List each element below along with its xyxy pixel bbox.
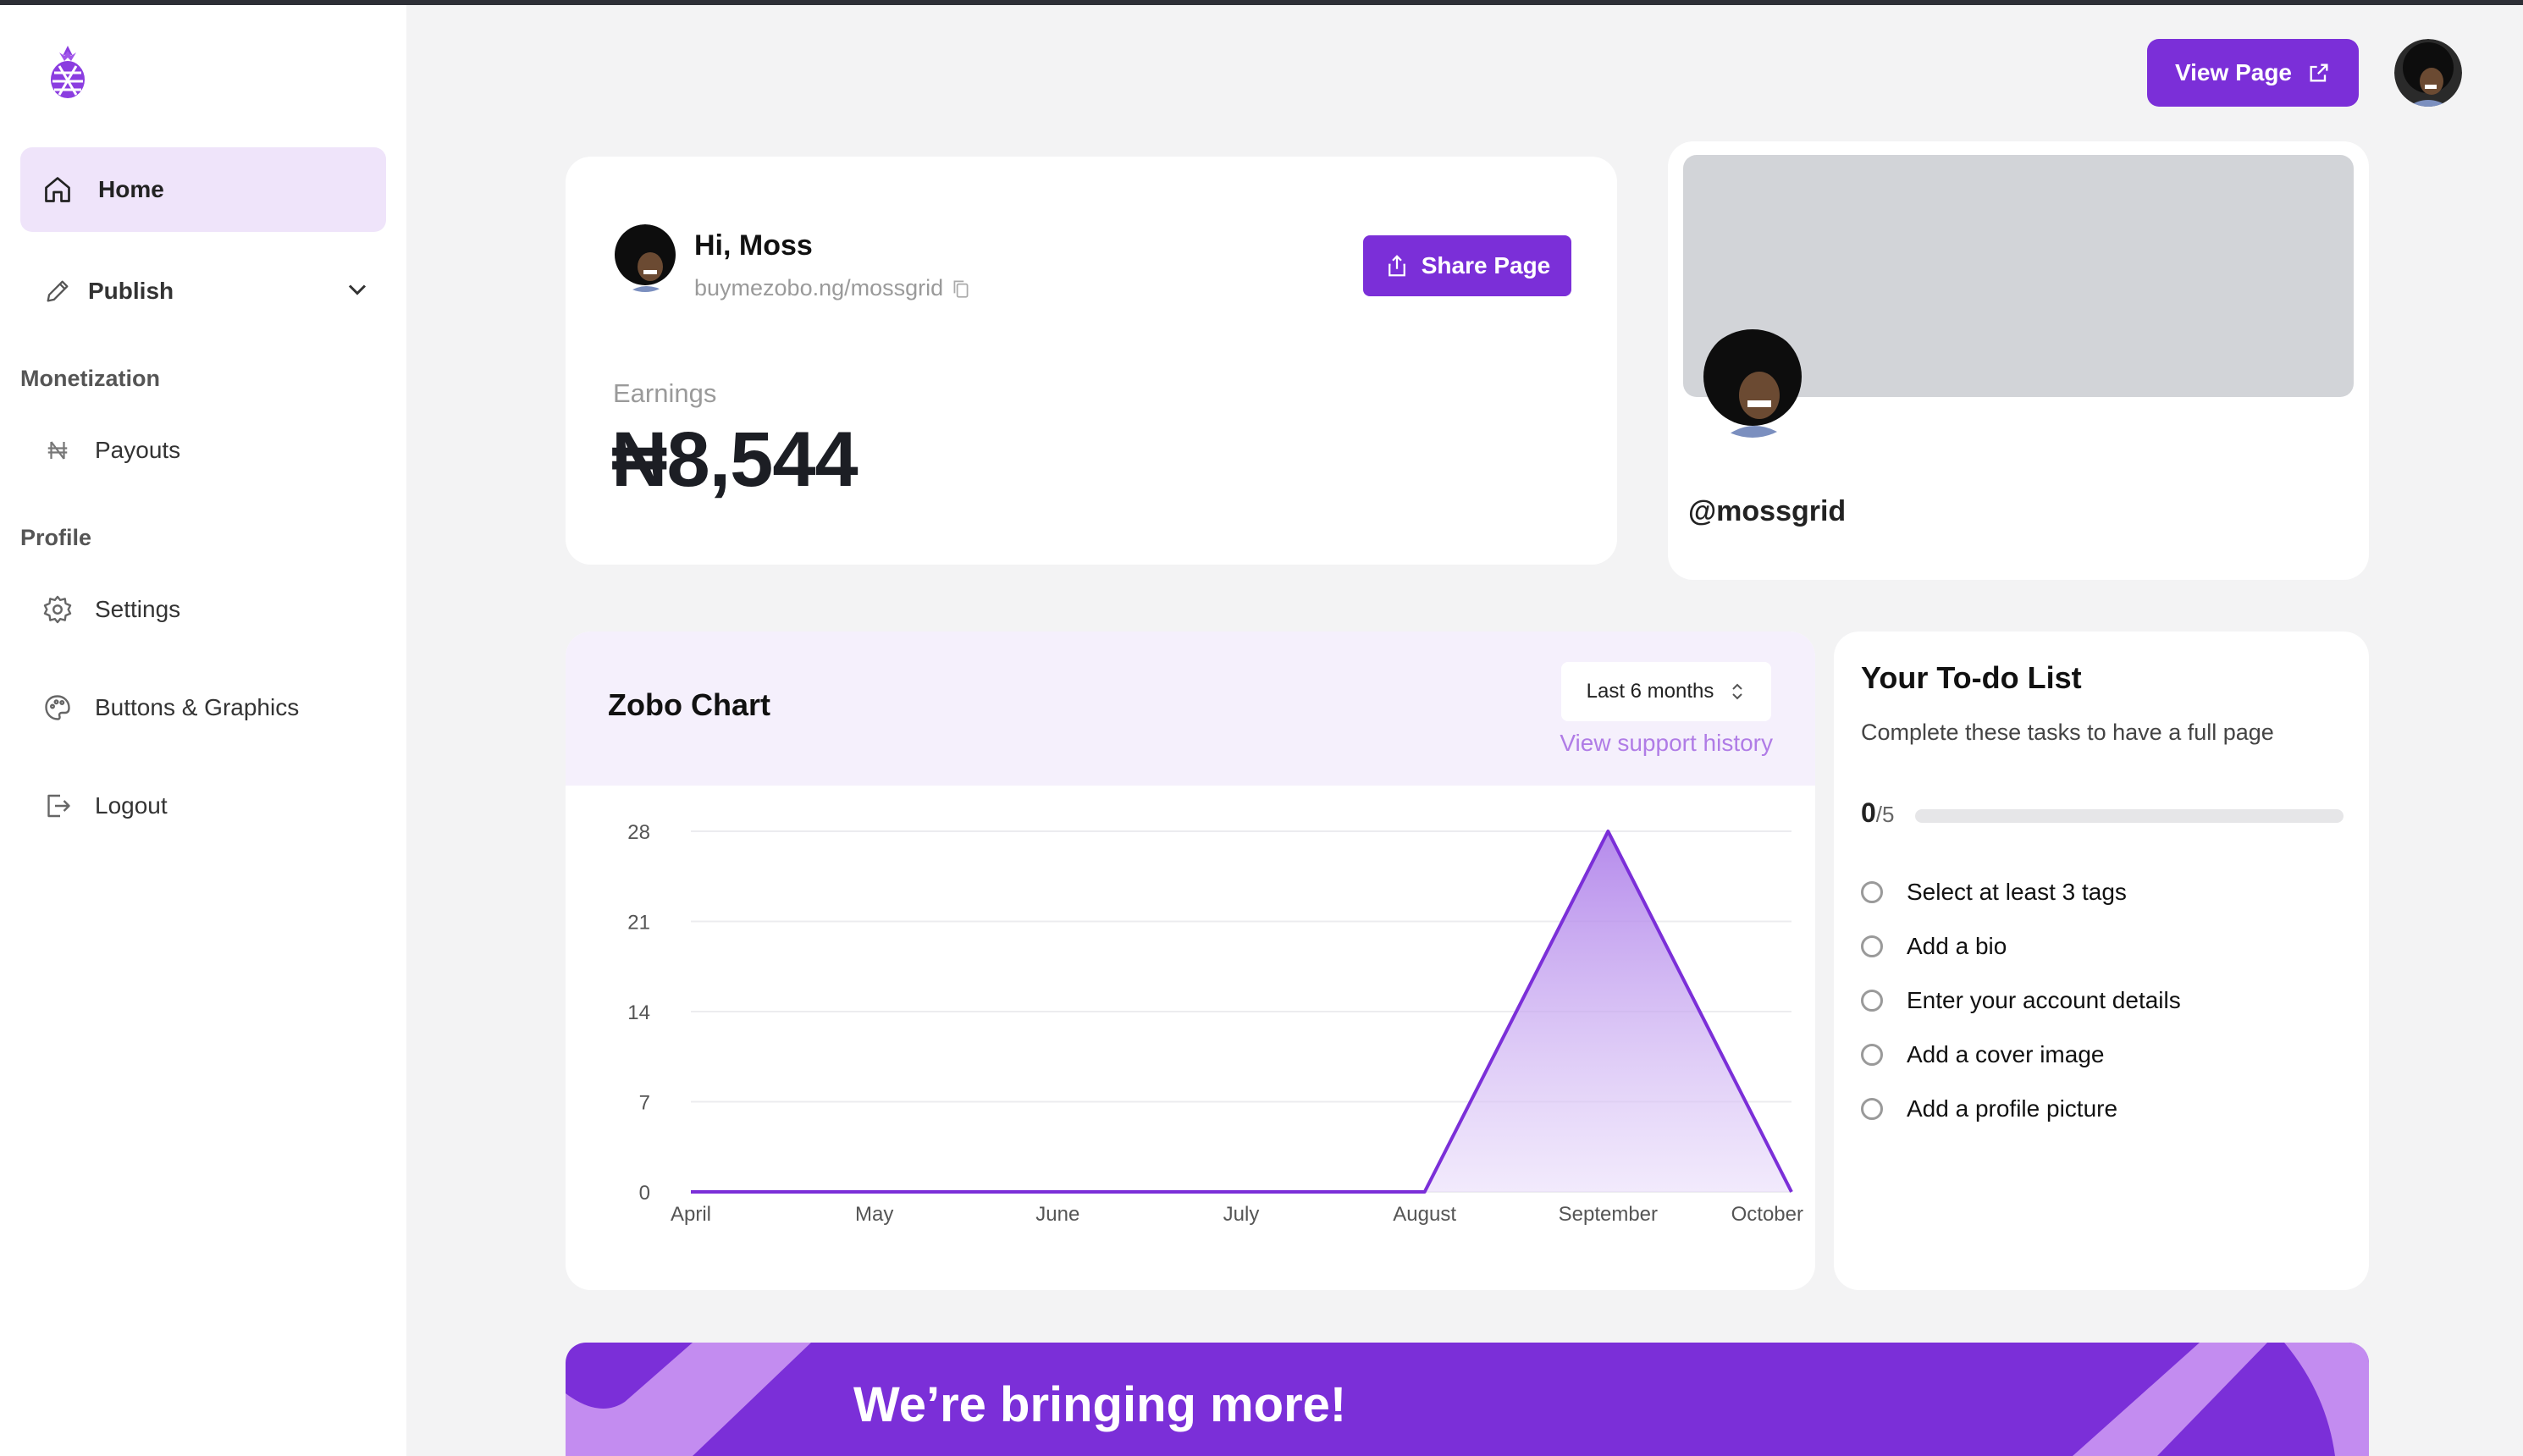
checkbox-circle-icon[interactable] xyxy=(1861,1044,1883,1066)
checkbox-circle-icon[interactable] xyxy=(1861,990,1883,1012)
progress-count: 0/5 xyxy=(1861,797,1894,829)
gear-icon xyxy=(41,593,75,626)
y-tick-label: 0 xyxy=(639,1182,650,1205)
sidebar-item-settings[interactable]: Settings xyxy=(41,591,180,628)
todo-item-label: Select at least 3 tags xyxy=(1907,879,2127,905)
checkbox-circle-icon[interactable] xyxy=(1861,881,1883,903)
todo-title: Your To-do List xyxy=(1861,660,2082,695)
todo-item[interactable]: Add a cover image xyxy=(1861,1028,2181,1082)
checkbox-circle-icon[interactable] xyxy=(1861,935,1883,957)
sidebar-item-logout[interactable]: Logout xyxy=(41,787,168,825)
sidebar-item-label: Logout xyxy=(95,792,168,819)
x-tick-label: April xyxy=(671,1203,711,1226)
profile-card: @mossgrid xyxy=(1668,141,2369,580)
chart-title: Zobo Chart xyxy=(608,687,770,722)
view-page-button[interactable]: View Page xyxy=(2147,39,2359,107)
sidebar-item-home[interactable]: Home xyxy=(20,147,386,232)
sidebar-item-label: Payouts xyxy=(95,437,181,463)
banner-headline: We’re bringing more! xyxy=(853,1377,1347,1432)
section-title-monetization: Monetization xyxy=(20,366,160,391)
sidebar-item-publish[interactable]: Publish xyxy=(41,273,373,310)
y-tick-label: 7 xyxy=(639,1092,650,1115)
share-page-button[interactable]: Share Page xyxy=(1363,235,1571,296)
promo-banner: We’re bringing more! xyxy=(566,1343,2369,1456)
progress-done: 0 xyxy=(1861,797,1876,828)
todo-item[interactable]: Select at least 3 tags xyxy=(1861,865,2181,919)
palette-icon xyxy=(41,691,75,725)
checkbox-circle-icon[interactable] xyxy=(1861,1098,1883,1120)
progress-bar xyxy=(1915,809,2344,823)
chevron-up-down-icon xyxy=(1732,683,1743,700)
todo-item-label: Add a bio xyxy=(1907,933,2007,959)
share-page-label: Share Page xyxy=(1421,252,1551,279)
earnings-value: ₦8,544 xyxy=(611,416,858,503)
home-icon xyxy=(41,173,75,207)
sidebar-item-label: Publish xyxy=(88,278,174,304)
chevron-down-icon[interactable] xyxy=(342,274,373,309)
sidebar: Home Publish Monetization Payouts Profil… xyxy=(0,5,406,1456)
page-url: buymezobo.ng/mossgrid xyxy=(694,275,972,301)
todo-card: Your To-do List Complete these tasks to … xyxy=(1834,631,2369,1290)
external-link-icon xyxy=(2310,63,2328,82)
area-chart: 0 7 14 21 28 April May June July August September O… xyxy=(627,821,1803,1226)
x-tick-label: August xyxy=(1393,1203,1456,1226)
todo-item-label: Add a profile picture xyxy=(1907,1095,2118,1122)
progress-total: /5 xyxy=(1875,802,1895,827)
todo-item-label: Enter your account details xyxy=(1907,987,2181,1013)
todo-item-label: Add a cover image xyxy=(1907,1041,2105,1067)
sidebar-item-buttons-graphics[interactable]: Buttons & Graphics xyxy=(41,689,299,726)
page-url-text: buymezobo.ng/mossgrid xyxy=(694,275,944,301)
todo-list: Select at least 3 tags Add a bio Enter y… xyxy=(1861,865,2181,1136)
section-title-profile: Profile xyxy=(20,525,92,550)
avatar xyxy=(615,224,676,292)
x-tick-label: September xyxy=(1559,1203,1658,1226)
todo-item[interactable]: Add a profile picture xyxy=(1861,1082,2181,1136)
welcome-card: Hi, Moss buymezobo.ng/mossgrid Share Pag… xyxy=(566,157,1617,565)
chart-header: Zobo Chart Last 6 months View support hi… xyxy=(566,631,1815,786)
zobo-chart-card: Zobo Chart Last 6 months View support hi… xyxy=(566,631,1815,1290)
pineapple-logo-icon[interactable] xyxy=(44,44,91,100)
logout-icon xyxy=(41,789,75,823)
y-tick-label: 14 xyxy=(627,1001,650,1024)
profile-avatar[interactable] xyxy=(1698,329,1807,438)
copy-icon[interactable] xyxy=(950,278,972,300)
profile-handle: @mossgrid xyxy=(1688,495,1847,527)
view-support-history-link[interactable]: View support history xyxy=(1560,730,1773,757)
todo-subtitle: Complete these tasks to have a full page xyxy=(1861,720,2274,745)
range-select-value: Last 6 months xyxy=(1586,680,1714,703)
pencil-icon xyxy=(41,274,75,308)
view-page-label: View Page xyxy=(2174,59,2292,85)
x-tick-label: May xyxy=(855,1203,893,1226)
sidebar-item-label: Buttons & Graphics xyxy=(95,694,300,720)
todo-item[interactable]: Enter your account details xyxy=(1861,973,2181,1028)
y-tick-label: 21 xyxy=(627,912,650,935)
y-tick-label: 28 xyxy=(627,821,650,844)
earnings-label: Earnings xyxy=(613,378,717,408)
range-select[interactable]: Last 6 months xyxy=(1561,662,1771,721)
sidebar-item-label: Home xyxy=(98,176,164,202)
share-icon xyxy=(1388,255,1405,277)
x-tick-label: June xyxy=(1035,1203,1079,1226)
greeting-text: Hi, Moss xyxy=(694,229,813,262)
user-avatar[interactable] xyxy=(2394,39,2462,107)
sidebar-item-payouts[interactable]: Payouts xyxy=(41,432,180,469)
banner-decoration xyxy=(566,1343,2369,1456)
x-tick-label: October xyxy=(1731,1203,1803,1226)
todo-item[interactable]: Add a bio xyxy=(1861,919,2181,973)
naira-icon xyxy=(41,433,75,467)
sidebar-item-label: Settings xyxy=(95,596,181,622)
x-tick-label: July xyxy=(1223,1203,1260,1226)
